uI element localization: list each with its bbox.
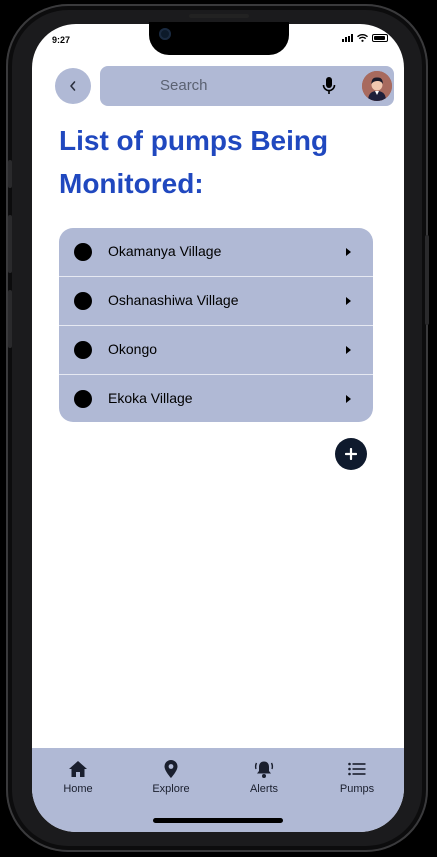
signal-icon — [342, 34, 353, 42]
battery-icon — [372, 34, 388, 42]
home-icon — [69, 761, 87, 777]
chevron-right-icon — [346, 248, 351, 256]
location-pin-icon — [164, 760, 178, 778]
screen: 9:27 Search List of pumps Being Monitore… — [32, 24, 404, 832]
search-input[interactable]: Search — [100, 66, 394, 106]
chevron-right-icon — [346, 395, 351, 403]
nav-item-explore[interactable]: Explore — [131, 758, 211, 795]
user-avatar-illustration — [362, 71, 392, 101]
pump-list: Okamanya Village Oshanashiwa Village Oko… — [59, 228, 373, 422]
pump-list-item-ekoka[interactable]: Ekoka Village — [59, 375, 373, 422]
pump-list-item-okongo[interactable]: Okongo — [59, 326, 373, 375]
status-dot-icon — [74, 341, 92, 359]
wifi-icon — [357, 34, 368, 42]
search-placeholder: Search — [160, 77, 208, 94]
nav-label: Alerts — [249, 783, 279, 795]
status-dot-icon — [74, 390, 92, 408]
page-title: List of pumps Being Monitored: — [59, 125, 329, 199]
status-icons — [342, 34, 388, 42]
mute-switch — [8, 160, 12, 188]
pump-list-item-okamanya[interactable]: Okamanya Village — [59, 228, 373, 277]
notch — [149, 14, 289, 55]
status-dot-icon — [74, 292, 92, 310]
speaker — [189, 14, 249, 18]
back-button[interactable] — [55, 68, 91, 104]
nav-item-alerts[interactable]: Alerts — [224, 758, 304, 795]
pump-list-item-oshanashiwa[interactable]: Oshanashiwa Village — [59, 277, 373, 326]
avatar[interactable] — [362, 71, 392, 101]
chevron-right-icon — [346, 297, 351, 305]
pump-name: Okongo — [108, 341, 158, 357]
pump-name: Ekoka Village — [108, 390, 193, 406]
nav-item-home[interactable]: Home — [38, 758, 118, 795]
pump-name: Okamanya Village — [108, 243, 222, 259]
chevron-right-icon — [346, 346, 351, 354]
status-time: 9:27 — [52, 35, 71, 45]
chevron-left-icon — [70, 81, 76, 91]
nav-label: Home — [63, 783, 93, 795]
nav-item-pumps[interactable]: Pumps — [317, 758, 397, 795]
list-icon — [348, 762, 366, 776]
nav-label: Explore — [152, 783, 190, 795]
add-pump-button[interactable] — [335, 438, 367, 470]
status-dot-icon — [74, 243, 92, 261]
plus-icon — [345, 448, 357, 460]
volume-down-button — [8, 290, 12, 348]
pump-name: Oshanashiwa Village — [108, 292, 239, 308]
bell-icon — [254, 761, 274, 778]
home-indicator — [153, 818, 283, 823]
front-camera — [159, 28, 171, 40]
nav-label: Pumps — [339, 783, 375, 795]
volume-up-button — [8, 215, 12, 273]
power-button — [425, 235, 429, 325]
microphone-icon[interactable] — [322, 76, 336, 96]
